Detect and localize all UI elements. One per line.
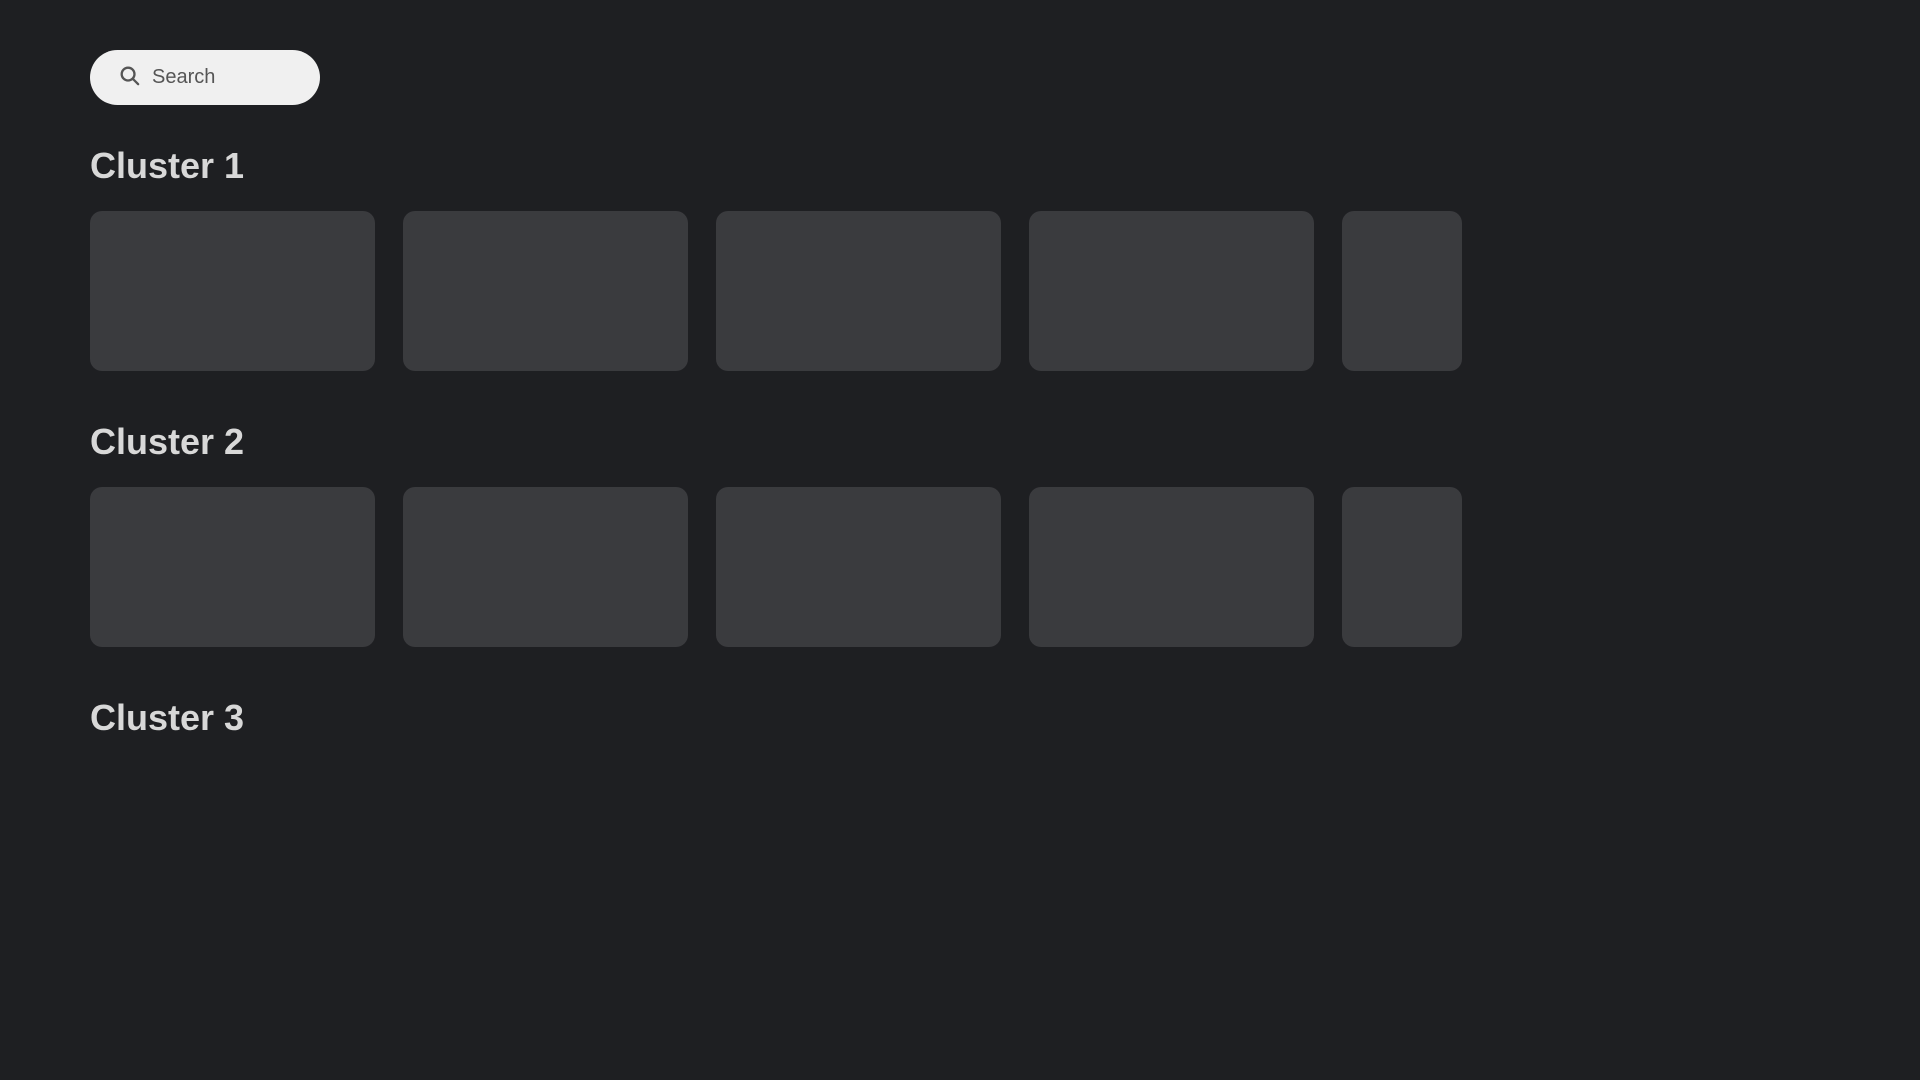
search-placeholder: Search (152, 66, 215, 89)
cluster-1-title: Cluster 1 (90, 145, 1830, 187)
cluster-1-card-3[interactable] (716, 211, 1001, 371)
cluster-1-card-4[interactable] (1029, 211, 1314, 371)
cluster-2-card-1[interactable] (90, 487, 375, 647)
cluster-1-section: Cluster 1 (90, 145, 1830, 371)
cluster-1-card-2[interactable] (403, 211, 688, 371)
cluster-2-card-4[interactable] (1029, 487, 1314, 647)
cluster-2-grid (90, 487, 1830, 647)
cluster-3-title: Cluster 3 (90, 697, 1830, 739)
cluster-2-card-5[interactable] (1342, 487, 1462, 647)
cluster-2-card-2[interactable] (403, 487, 688, 647)
cluster-1-grid (90, 211, 1830, 371)
cluster-2-section: Cluster 2 (90, 421, 1830, 647)
cluster-2-title: Cluster 2 (90, 421, 1830, 463)
cluster-3-section: Cluster 3 (90, 697, 1830, 739)
page-container: Search Cluster 1 Cluster 2 Cluster 3 (0, 0, 1920, 839)
cluster-2-card-3[interactable] (716, 487, 1001, 647)
cluster-1-card-5[interactable] (1342, 211, 1462, 371)
search-bar[interactable]: Search (90, 50, 320, 105)
cluster-1-card-1[interactable] (90, 211, 375, 371)
search-icon (118, 64, 140, 91)
search-bar-wrapper: Search (90, 50, 1830, 105)
